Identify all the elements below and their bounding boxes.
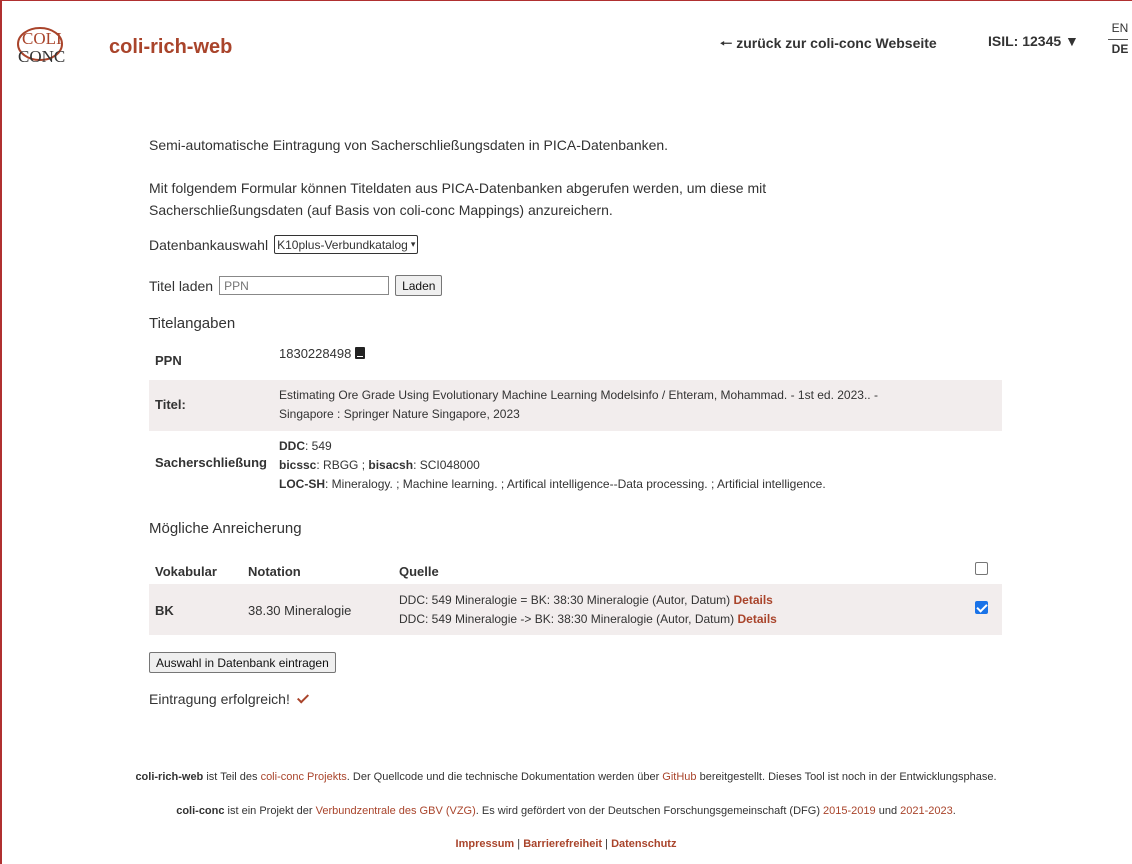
source-text-1: DDC: 549 Mineralogie = BK: 38:30 Mineral…: [399, 593, 734, 607]
enrichment-table: Vokabular Notation Quelle BK 38.30 Miner…: [149, 556, 1002, 635]
footer-separator: |: [602, 838, 612, 850]
bisacsh-key: bisacsh: [368, 458, 414, 472]
title-load-label: Titel laden: [149, 277, 214, 294]
column-header-notation: Notation: [248, 564, 301, 579]
ppn-input[interactable]: [219, 276, 390, 295]
database-select[interactable]: K10plus-Verbundkatalog ▾: [274, 235, 419, 254]
column-header-source: Quelle: [399, 564, 439, 579]
back-link-label: zurück zur coli-conc Webseite: [736, 35, 937, 51]
subject-value: DDC: 549 bicssc: RBGG ; bisacsh: SCI0480…: [279, 437, 826, 494]
app-title-link[interactable]: coli-rich-web: [109, 36, 232, 59]
dfg-2021-2023-link[interactable]: 2021-2023: [900, 805, 953, 817]
footer-legal-links: Impressum | Barrierefreiheit | Datenschu…: [0, 838, 1132, 850]
source-text-2: DDC: 549 Mineralogie -> BK: 38:30 Minera…: [399, 612, 738, 626]
svg-text:COLI: COLI: [22, 29, 62, 48]
coli-conc-logo[interactable]: COLI CONC: [16, 22, 86, 70]
details-link-1[interactable]: Details: [734, 593, 773, 607]
enrichment-heading: Mögliche Anreicherung: [149, 520, 302, 537]
row-notation: 38.30 Mineralogie: [248, 603, 352, 618]
lang-divider: [1108, 39, 1128, 40]
bicssc-value: : RBGG ;: [316, 458, 369, 472]
ppn-label: PPN: [155, 353, 182, 368]
row-sources: DDC: 549 Mineralogie = BK: 38:30 Mineral…: [399, 591, 777, 629]
row-vocabulary: BK: [155, 603, 174, 618]
footer-text: ist ein Projekt der: [224, 805, 316, 817]
window-frame-left: [0, 0, 2, 864]
locsh-key: LOC-SH: [279, 477, 325, 491]
intro-text-2: Mit folgendem Formular können Titeldaten…: [149, 180, 767, 218]
dfg-2015-2019-link[interactable]: 2015-2019: [823, 805, 876, 817]
language-switch: EN DE: [1108, 20, 1132, 56]
bisacsh-value: : SCI048000: [413, 458, 480, 472]
title-info-heading: Titelangaben: [149, 315, 236, 332]
save-to-database-button[interactable]: Auswahl in Datenbank eintragen: [149, 652, 336, 673]
book-icon[interactable]: [355, 347, 366, 359]
title-info-table: PPN 1830228498 Titel: Estimating Ore Gra…: [149, 336, 1002, 499]
row-checkbox[interactable]: [975, 601, 988, 614]
header: COLI CONC coli-rich-web 🠐 zurück zur coli…: [0, 0, 1132, 90]
details-link-2[interactable]: Details: [738, 612, 777, 626]
enrichment-row: BK 38.30 Mineralogie DDC: 549 Mineralogi…: [149, 584, 1002, 635]
bicssc-key: bicssc: [279, 458, 317, 472]
ppn-row: PPN 1830228498: [149, 336, 1002, 380]
load-button[interactable]: Laden: [395, 275, 443, 296]
barrierefreiheit-link[interactable]: Barrierefreiheit: [523, 838, 602, 850]
checkmark-icon: [296, 690, 309, 704]
footer-separator: |: [514, 838, 524, 850]
footer-app-name: coli-rich-web: [135, 771, 204, 783]
title-load-row: Titel laden Laden: [149, 275, 443, 296]
footer-project-name: coli-conc: [176, 805, 225, 817]
success-message: Eintragung erfolgreich!: [149, 690, 309, 707]
caret-down-icon: ▼: [1061, 33, 1079, 49]
intro-text-1: Semi-automatische Eintragung von Sachers…: [149, 137, 669, 153]
footer-text: bereitgestellt. Dieses Tool ist noch in …: [696, 771, 997, 783]
footer-text: ist Teil des: [203, 771, 261, 783]
chevron-down-icon: ▾: [410, 239, 416, 249]
title-value: Estimating Ore Grade Using Evolutionary …: [279, 386, 878, 424]
footer-text: und: [875, 805, 901, 817]
column-header-vocabulary: Vokabular: [155, 564, 217, 579]
database-label: Datenbankauswahl: [149, 236, 269, 253]
title-row: Titel: Estimating Ore Grade Using Evolut…: [149, 380, 1002, 431]
vzg-link[interactable]: Verbundzentrale des GBV (VZG): [316, 805, 476, 817]
coli-conc-project-link[interactable]: coli-conc Projekts: [261, 771, 347, 783]
ppn-value: 1830228498: [279, 346, 352, 361]
isil-dropdown[interactable]: ISIL: 12345 ▼: [988, 33, 1079, 49]
impressum-link[interactable]: Impressum: [456, 838, 515, 850]
lang-de-link[interactable]: DE: [1108, 42, 1132, 56]
footer-line-1: coli-rich-web ist Teil des coli-conc Pro…: [0, 771, 1132, 783]
footer-line-2: coli-conc ist ein Projekt der Verbundzen…: [0, 805, 1132, 817]
ddc-key: DDC: [279, 439, 305, 453]
github-link[interactable]: GitHub: [662, 771, 696, 783]
lang-en-link[interactable]: EN: [1108, 20, 1132, 36]
ddc-value: : 549: [305, 439, 332, 453]
isil-label: ISIL: 12345: [988, 33, 1062, 49]
subject-label: Sacherschließung: [155, 455, 267, 470]
title-line-2: Singapore : Springer Nature Singapore, 2…: [279, 407, 520, 421]
back-to-coli-conc-link[interactable]: 🠐 zurück zur coli-conc Webseite: [720, 33, 937, 57]
title-label: Titel:: [155, 397, 186, 412]
footer-text: . Es wird gefördert von der Deutschen Fo…: [475, 805, 824, 817]
svg-text:CONC: CONC: [18, 47, 65, 66]
success-text: Eintragung erfolgreich!: [149, 691, 290, 707]
select-all-checkbox[interactable]: [975, 562, 988, 575]
database-select-value: K10plus-Verbundkatalog: [277, 237, 408, 252]
ppn-value-cell: 1830228498: [279, 344, 366, 363]
title-line-1: Estimating Ore Grade Using Evolutionary …: [279, 388, 878, 402]
datenschutz-link[interactable]: Datenschutz: [611, 838, 676, 850]
database-selection-row: Datenbankauswahl K10plus-Verbundkatalog …: [149, 235, 419, 254]
arrow-left-icon: 🠐: [720, 35, 733, 51]
footer-text: . Der Quellcode und die technische Dokum…: [346, 771, 663, 783]
enrichment-header-row: Vokabular Notation Quelle: [149, 556, 1002, 584]
subject-row: Sacherschließung DDC: 549 bicssc: RBGG ;…: [149, 431, 1002, 499]
locsh-value: : Mineralogy. ; Machine learning. ; Arti…: [325, 477, 826, 491]
footer-text: .: [952, 805, 956, 817]
